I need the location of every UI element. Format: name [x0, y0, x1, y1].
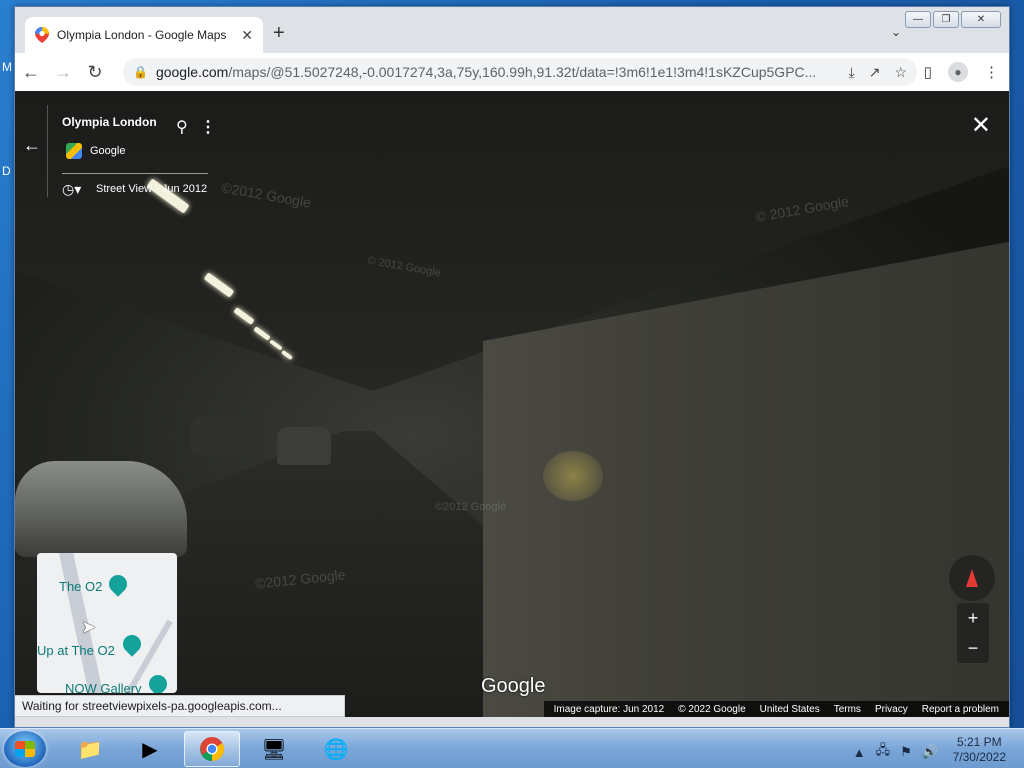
desktop-label: D [2, 164, 11, 178]
restore-button[interactable]: ❐ [933, 11, 959, 28]
map-pin-icon[interactable] [105, 571, 131, 597]
back-arrow-icon[interactable]: ← [23, 135, 41, 156]
clock-time: 5:21 PM [956, 735, 1002, 749]
url-text: google.com/maps/@51.5027248,-0.0017274,3… [156, 64, 849, 80]
privacy-link[interactable]: Privacy [875, 704, 908, 715]
camera-pin-icon[interactable] [119, 631, 145, 657]
map-label: The O2 [59, 579, 103, 594]
file-explorer-icon[interactable]: 📁 [62, 731, 118, 767]
zoom-out-button[interactable]: − [968, 638, 979, 659]
zoom-controls: + − [957, 603, 989, 663]
zoom-in-button[interactable]: + [968, 608, 979, 629]
profile-avatar-icon[interactable]: ● [948, 62, 968, 82]
lock-icon[interactable]: 🔒 [133, 65, 148, 79]
show-hidden-icons[interactable]: ▲ [853, 745, 866, 760]
car [15, 461, 187, 557]
map-label: NOW Gallery [65, 681, 142, 693]
street-view-date: Street View - Jun 2012 [96, 183, 208, 195]
bookmark-star-icon[interactable]: ☆ [894, 64, 907, 81]
window-controls: — ❐ ✕ [905, 11, 1001, 28]
map-footer: Image capture: Jun 2012 © 2022 Google Un… [543, 701, 1009, 717]
url-host: google.com [155, 64, 229, 80]
google-logo: Google [481, 675, 546, 697]
media-player-icon[interactable]: ▶ [122, 731, 178, 767]
new-tab-icon[interactable]: + [273, 23, 285, 43]
minimize-button[interactable]: — [905, 11, 931, 28]
place-title: Olympia London [62, 115, 157, 129]
tab-close-icon[interactable]: ✕ [241, 27, 253, 44]
car [191, 417, 247, 455]
system-tray: ▲ 🖧 ⚑ 🔊 [853, 741, 938, 763]
browser-window: — ❐ ✕ Olympia London - Google Maps ✕ + ⌄… [14, 6, 1010, 728]
chrome-logo-icon [200, 737, 225, 761]
place-info-card: Olympia London ⚲ ⋮ Google ◷▾ Street View… [47, 105, 216, 198]
compass[interactable] [949, 555, 995, 601]
car [277, 427, 331, 465]
tab-title: Olympia London - Google Maps [57, 28, 227, 42]
taskbar: 📁 ▶ 🖥 🌐 ▲ 🖧 ⚑ 🔊 5:21 PM 7/30/2022 [0, 728, 1024, 768]
more-options-icon[interactable]: ⋮ [200, 117, 216, 137]
terms-link[interactable]: Terms [834, 704, 861, 715]
browser-tab[interactable]: Olympia London - Google Maps ✕ [25, 17, 263, 53]
menu-kebab-icon[interactable]: ⋮ [984, 63, 999, 81]
clock-date: 7/30/2022 [952, 750, 1006, 764]
copyright: © 2022 Google [678, 703, 746, 715]
side-panel-icon[interactable]: ▯ [924, 63, 932, 81]
loading-status: Waiting for streetviewpixels-pa.googleap… [15, 695, 345, 717]
omnibox-actions: ⤓ ↗ ☆ [849, 64, 908, 81]
light-glow [543, 451, 603, 501]
address-bar[interactable]: 🔒 google.com/maps/@51.5027248,-0.0017274… [123, 58, 917, 86]
start-button[interactable] [4, 731, 46, 767]
forward-icon[interactable]: → [47, 62, 79, 83]
gallery-pin-icon[interactable] [145, 671, 171, 693]
url-path: /maps/@51.5027248,-0.0017274,3a,75y,160.… [228, 64, 817, 80]
mouse-cursor-icon: ➤ [81, 617, 97, 637]
close-window-button[interactable]: ✕ [961, 11, 1001, 28]
close-street-view-icon[interactable]: ✕ [971, 111, 991, 140]
minimap[interactable]: The O2 Up at The O2 NOW Gallery ➤ [37, 553, 177, 693]
action-center-flag-icon[interactable]: ⚑ [900, 744, 912, 760]
street-view-viewport[interactable]: ©2012 Google © 2012 Google © 2012 Google… [15, 91, 1009, 717]
image-capture-date: Image capture: Jun 2012 [553, 703, 665, 715]
provider-name: Google [90, 145, 126, 157]
watermark: ©2012 Google [435, 501, 507, 513]
browser-toolbar: ← → ↻ 🔒 google.com/maps/@51.5027248,-0.0… [15, 53, 1009, 91]
network-icon[interactable]: 🖧 [876, 741, 891, 763]
toolbar-right: ▯ ● ⋮ [924, 62, 999, 82]
tab-search-icon[interactable]: ⌄ [891, 25, 901, 39]
desktop-label: M [2, 60, 12, 74]
reload-icon[interactable]: ↻ [79, 62, 111, 83]
share-icon[interactable]: ↗ [869, 64, 881, 81]
control-panel-icon[interactable]: 🖥 [246, 731, 302, 767]
network-tool-icon[interactable]: 🌐 [308, 731, 364, 767]
region-link[interactable]: United States [760, 704, 820, 715]
clock[interactable]: 5:21 PM 7/30/2022 [953, 735, 1006, 765]
location-pin-icon[interactable]: ⚲ [176, 117, 188, 137]
divider [62, 173, 208, 174]
chrome-icon[interactable] [184, 731, 240, 767]
google-maps-icon [66, 143, 82, 159]
compass-needle-icon [966, 569, 978, 587]
history-clock-icon[interactable]: ◷▾ [62, 181, 81, 198]
maps-pin-icon [35, 27, 49, 43]
back-icon[interactable]: ← [15, 62, 47, 83]
windows-logo-icon [15, 741, 35, 757]
install-icon[interactable]: ⤓ [849, 64, 855, 81]
report-problem-link[interactable]: Report a problem [922, 704, 999, 715]
map-label: Up at The O2 [37, 643, 115, 658]
volume-icon[interactable]: 🔊 [922, 744, 938, 760]
